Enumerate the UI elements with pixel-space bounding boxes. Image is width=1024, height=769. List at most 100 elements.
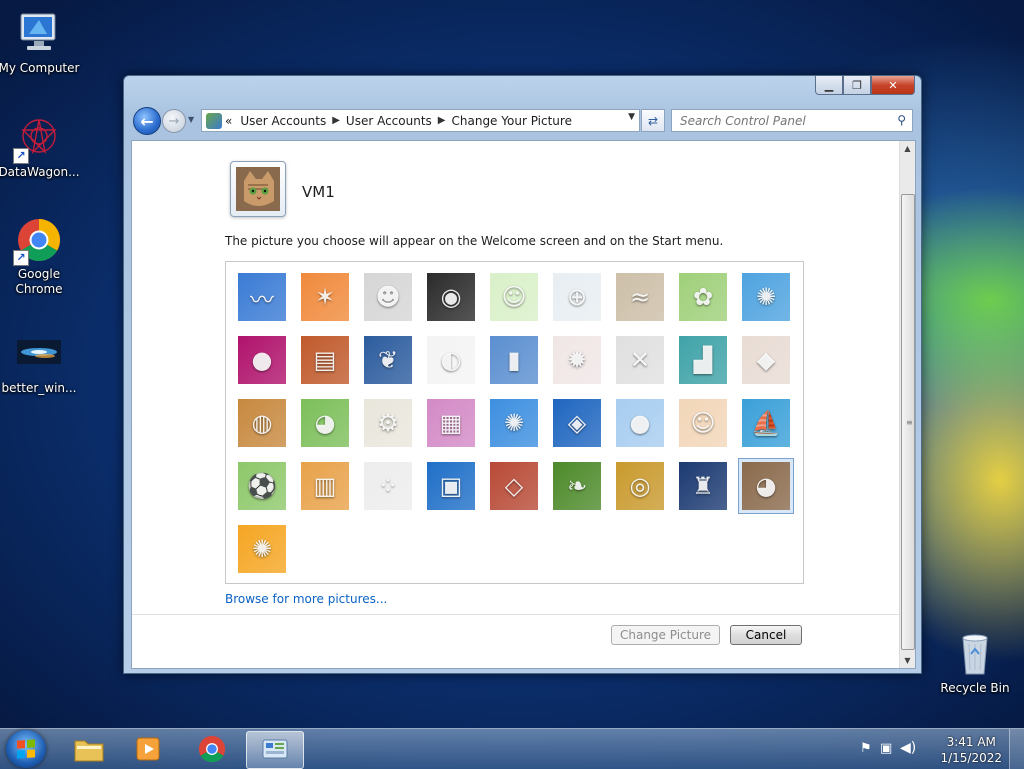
taskbar-explorer[interactable]	[61, 731, 117, 767]
spiral-icon: ◎	[629, 472, 651, 500]
breadcrumb-overflow[interactable]: «	[225, 114, 232, 128]
picture-tile-roller-coaster[interactable]: 〰	[238, 273, 286, 321]
system-tray: ⚑ ▣ ◀) 3:41 AM 1/15/2022	[854, 729, 1024, 769]
picture-tile-window-frame[interactable]: ▣	[427, 462, 475, 510]
forward-button[interactable]: →	[162, 109, 186, 133]
picture-tile-sleeping-kitten[interactable]: ≈	[616, 273, 664, 321]
picture-tile-stairs[interactable]: ▟	[679, 336, 727, 384]
taskbar-chrome[interactable]	[184, 731, 240, 767]
leaf-icon: ❦	[377, 346, 399, 374]
start-button[interactable]	[6, 730, 46, 768]
chrome-icon	[198, 735, 226, 763]
clock-time: 3:41 AM	[946, 735, 996, 749]
cancel-button[interactable]: Cancel	[730, 625, 802, 645]
picture-tile-sunflower[interactable]: ✺	[490, 399, 538, 447]
vertical-scrollbar[interactable]: ▲ ≡ ▼	[899, 141, 915, 668]
picture-tile-jacks[interactable]: ✕	[616, 336, 664, 384]
picture-tile-textile[interactable]: ▥	[301, 462, 349, 510]
navigation-bar: ← → ▼ « User Accounts ▶ User Accounts ▶ …	[131, 106, 914, 135]
picture-tile-origami-crane[interactable]: ◆	[742, 336, 790, 384]
picture-tile-robot-figure[interactable]: ☻	[364, 273, 412, 321]
picture-tile-lighthouse[interactable]: ♜	[679, 462, 727, 510]
picture-tile-paper-star[interactable]: ✹	[553, 336, 601, 384]
network-icon[interactable]: ▣	[880, 741, 892, 756]
picture-tile-soccer-ball[interactable]: ⚽	[238, 462, 286, 510]
taskbar-media-player[interactable]	[121, 731, 177, 767]
picture-tile-border-collie[interactable]: ◐	[427, 336, 475, 384]
picture-gallery: 〰 ✶ ☻ ◉ ☺ ⊕ ≈ ✿ ✺ ● ▤ ❦ ◐ ▮ ✹ ✕ ▟ ◆ ◍ ◕ ⚙ ▦ ✺ ◈ ● ☺ ⛵ ⚽ ▥ ⁘ ▣ ◇ ❧ ◎ ♜ ◕ ✺	[225, 261, 804, 584]
picture-tile-sailboat[interactable]: ⛵	[742, 399, 790, 447]
picture-tile-marbles[interactable]: ⁘	[364, 462, 412, 510]
desktop-icon-datawagon[interactable]: ↗ DataWagon...	[0, 114, 81, 180]
picture-tile-spiral[interactable]: ◎	[616, 462, 664, 510]
picture-tile-butterfly[interactable]: ❧	[553, 462, 601, 510]
breadcrumb-user-accounts-1[interactable]: User Accounts	[240, 114, 326, 128]
origami-crane-icon: ◆	[756, 346, 776, 374]
picture-tile-scarf[interactable]: ▦	[427, 399, 475, 447]
address-dropdown-icon[interactable]: ▼	[628, 112, 635, 122]
volume-icon[interactable]: ◀)	[900, 740, 916, 756]
clock-date: 1/15/2022	[940, 751, 1002, 765]
textile-icon: ▥	[313, 472, 337, 500]
window-frame-icon: ▣	[439, 472, 463, 500]
breadcrumb-user-accounts-2[interactable]: User Accounts	[346, 114, 432, 128]
search-icon[interactable]: ⚲	[897, 113, 906, 127]
picture-tile-fish[interactable]: ◈	[553, 399, 601, 447]
breadcrumb-change-your-picture[interactable]: Change Your Picture	[452, 114, 572, 128]
picture-tile-starfish[interactable]: ✶	[301, 273, 349, 321]
maximize-button[interactable]: ❐	[843, 76, 871, 95]
picture-tile-gyroscope[interactable]: ⊕	[553, 273, 601, 321]
address-bar[interactable]: « User Accounts ▶ User Accounts ▶ Change…	[201, 109, 640, 132]
picture-tile-crayons[interactable]: ▮	[490, 336, 538, 384]
picture-tile-pattern-rug[interactable]: ◇	[490, 462, 538, 510]
scroll-down-arrow-icon[interactable]: ▼	[900, 653, 915, 668]
scrollbar-thumb[interactable]: ≡	[901, 194, 915, 650]
toy-robot-icon: ⚙	[377, 409, 399, 437]
desktop-icon-recycle-bin[interactable]: Recycle Bin	[933, 630, 1017, 696]
picture-tile-toy-robot[interactable]: ⚙	[364, 399, 412, 447]
scroll-up-arrow-icon[interactable]: ▲	[900, 141, 915, 156]
breadcrumb-separator-icon[interactable]: ▶	[332, 115, 340, 126]
pinwheel-icon: ✺	[755, 283, 777, 311]
close-button[interactable]: ✕	[871, 76, 915, 95]
datawagon-icon: ↗	[13, 114, 63, 164]
soccer-ball-icon: ⚽	[247, 472, 277, 500]
browse-more-pictures-link[interactable]: Browse for more pictures...	[225, 592, 387, 606]
shortcut-arrow-icon: ↗	[13, 250, 29, 266]
picture-tile-pinwheel[interactable]: ✺	[742, 273, 790, 321]
picture-tile-lucky-cat[interactable]: ☺	[490, 273, 538, 321]
picture-tile-gerbera[interactable]: ✺	[238, 525, 286, 573]
back-arrow-icon: ←	[140, 111, 154, 131]
ball-icon: ●	[251, 346, 273, 374]
fish-icon: ◈	[567, 409, 587, 437]
breadcrumb-separator-icon[interactable]: ▶	[438, 115, 446, 126]
picture-tile-pink-flower[interactable]: ✿	[679, 273, 727, 321]
picture-tile-hot-air-balloon[interactable]: ●	[616, 399, 664, 447]
search-input[interactable]	[678, 112, 892, 129]
picture-tile-guitar[interactable]: ◍	[238, 399, 286, 447]
picture-tile-doll[interactable]: ☺	[679, 399, 727, 447]
lucky-cat-icon: ☺	[501, 283, 527, 311]
sunflower-icon: ✺	[503, 409, 525, 437]
change-picture-button[interactable]: Change Picture	[611, 625, 720, 645]
minimize-button[interactable]: ▁	[815, 76, 843, 95]
search-box[interactable]: ⚲	[671, 109, 913, 132]
picture-tile-ball[interactable]: ●	[238, 336, 286, 384]
show-desktop-button[interactable]	[1009, 729, 1024, 769]
tabby-cat-picture	[236, 167, 280, 211]
pomeranian-icon: ◕	[314, 409, 336, 437]
picture-tile-leaf[interactable]: ❦	[364, 336, 412, 384]
picture-tile-turntable[interactable]: ◉	[427, 273, 475, 321]
refresh-button[interactable]: ⇄	[641, 109, 665, 132]
taskbar-control-panel[interactable]	[246, 731, 304, 769]
recent-pages-dropdown[interactable]: ▼	[188, 115, 194, 124]
back-button[interactable]: ←	[133, 107, 161, 135]
picture-tile-pomeranian[interactable]: ◕	[301, 399, 349, 447]
picture-tile-tabby-cat[interactable]: ◕	[738, 458, 794, 514]
picture-tile-fabric[interactable]: ▤	[301, 336, 349, 384]
clock[interactable]: 3:41 AM 1/15/2022	[940, 734, 1002, 766]
action-center-flag-icon[interactable]: ⚑	[860, 741, 872, 756]
desktop-icon-my-computer[interactable]: My Computer	[0, 10, 81, 76]
desktop-icon-better-win[interactable]: better_win...	[0, 330, 81, 396]
desktop-icon-google-chrome[interactable]: ↗ Google Chrome	[0, 216, 81, 297]
